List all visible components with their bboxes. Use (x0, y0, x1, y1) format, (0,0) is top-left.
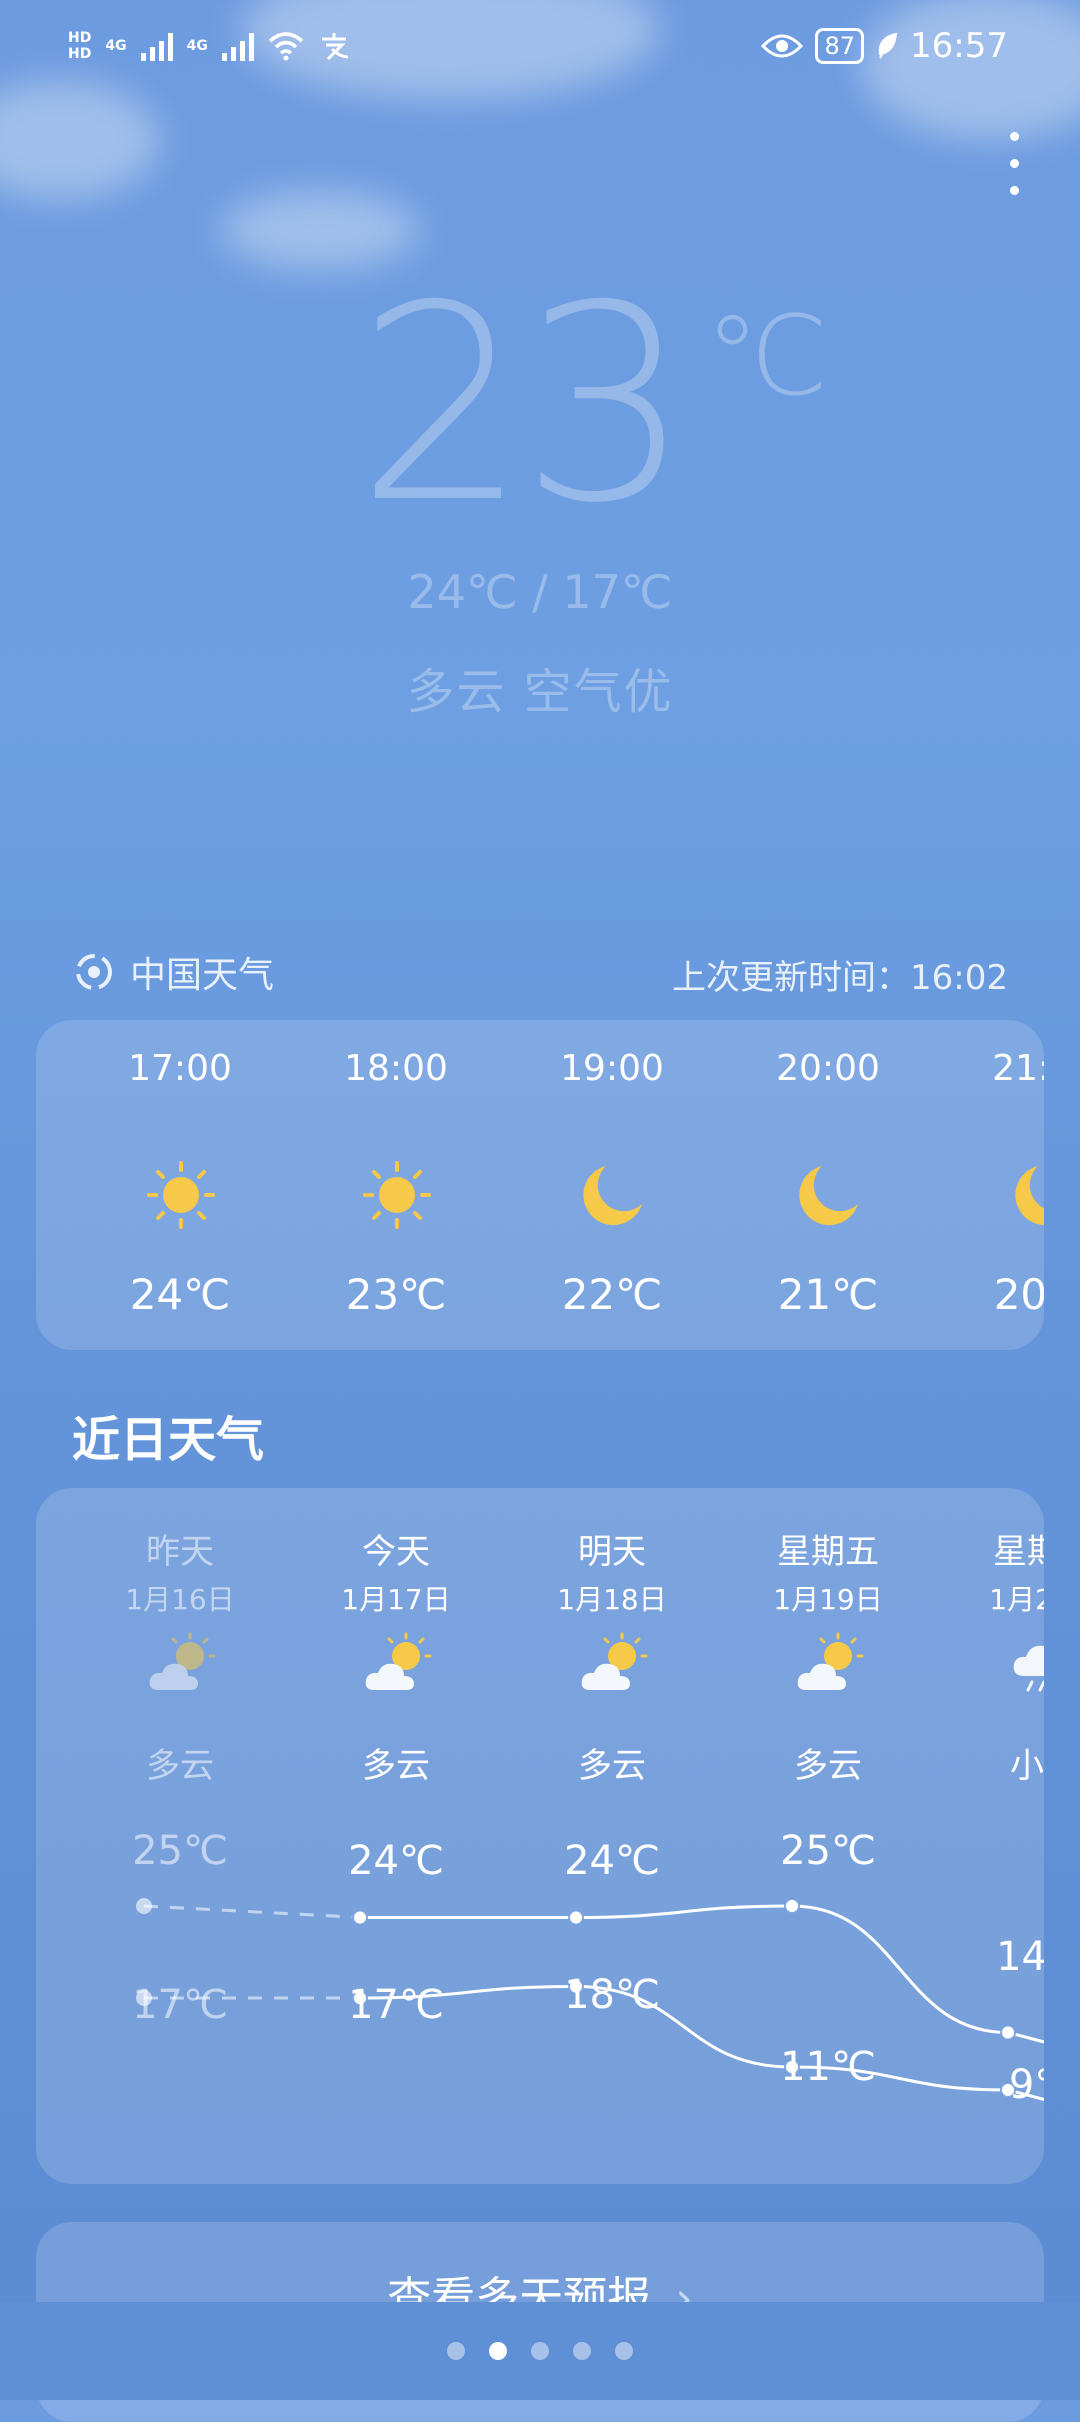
hour-time: 18:00 (344, 1048, 448, 1089)
day-name: 星期五 (777, 1532, 879, 1572)
status-right: 87 16:57 (761, 26, 1008, 66)
moon-icon (1015, 1166, 1044, 1226)
hour-time: 21:00 (992, 1048, 1044, 1089)
day-low-temperature: 9℃ (1008, 2062, 1044, 2108)
day-date: 1月17日 (341, 1583, 451, 1616)
sun-icon (147, 1161, 215, 1229)
day-date: 1月16日 (125, 1583, 235, 1616)
wifi-icon (268, 32, 303, 61)
partly-cloudy-icon (797, 1632, 864, 1690)
high-temperature-past-segment (143, 1904, 361, 1919)
power-saving-leaf-icon (878, 32, 898, 59)
day-date: 1月18日 (557, 1583, 667, 1616)
hour-temperature: 23℃ (345, 1270, 447, 1319)
day-condition: 多云 (362, 1746, 430, 1786)
daily-forecast-card[interactable]: 昨天 1月16日 多云 今天 1月17日 多云 明天 1月18日 多云 星期五 (36, 1488, 1044, 2184)
day-name: 星期六 (993, 1532, 1044, 1572)
day-low-temperature: 18℃ (564, 1972, 660, 2018)
partly-cloudy-icon (149, 1632, 216, 1690)
day-condition: 小雨 (1010, 1746, 1044, 1786)
last-update-time: 上次更新时间：16:02 (672, 958, 1008, 998)
more-options-icon[interactable] (1004, 132, 1024, 204)
day-high-temperature: 14℃ (996, 1934, 1044, 1980)
hour-time: 20:00 (776, 1048, 880, 1089)
hour-temperature: 20℃ (993, 1270, 1044, 1319)
signal-strength-icon (221, 31, 254, 61)
sim1-label: HD (68, 30, 92, 46)
day-low-temperature: 17℃ (348, 1982, 444, 2028)
high-temperature-point (352, 1909, 368, 1926)
day-high-temperature: 25℃ (780, 1828, 876, 1874)
network-type-label: 4G (105, 38, 127, 54)
today-range: 24℃ / 17℃ (407, 565, 673, 619)
sim2-label: HD (68, 46, 92, 62)
sim-indicator: HD HD (68, 30, 91, 62)
hour-temperature: 22℃ (561, 1270, 663, 1319)
current-condition[interactable]: 多云 空气优 (0, 652, 1080, 722)
sun-icon (363, 1161, 431, 1229)
day-condition: 多云 (794, 1746, 862, 1786)
signal-strength-icon (140, 31, 173, 61)
page-dot[interactable] (447, 2342, 465, 2360)
partly-cloudy-icon (365, 1632, 432, 1690)
day-high-temperature: 24℃ (348, 1838, 444, 1884)
high-temperature-point (784, 1898, 800, 1914)
current-temperature: 23 (356, 247, 692, 562)
day-condition: 多云 (578, 1746, 646, 1786)
page-dot-active[interactable] (489, 2342, 507, 2360)
day-name: 今天 (362, 1532, 430, 1572)
day-low-temperature: 17℃ (132, 1982, 228, 2028)
page-dot[interactable] (531, 2342, 549, 2360)
hour-temperature: 21℃ (777, 1270, 879, 1319)
day-name: 明天 (578, 1532, 646, 1572)
day-high-temperature: 24℃ (564, 1838, 660, 1884)
high-temperature-point (568, 1909, 584, 1926)
page-dot[interactable] (573, 2342, 591, 2360)
battery-icon: 87 (815, 28, 865, 64)
temperature-unit: ℃ (705, 292, 829, 420)
page-dot[interactable] (615, 2342, 633, 2360)
status-bar: HD HD 4G 4G 87 16:57 (0, 0, 1080, 104)
hourly-forecast-card[interactable]: 17:00 24℃ 18:00 23℃ 19:00 22℃ 20:00 21℃ … (36, 1020, 1044, 1350)
payment-app-icon (321, 33, 348, 61)
day-low-temperature: 11℃ (780, 2044, 876, 2090)
moon-icon (583, 1166, 642, 1226)
hour-time: 17:00 (128, 1048, 232, 1089)
data-source-name: 中国天气 (130, 955, 275, 996)
day-name: 昨天 (146, 1532, 214, 1572)
clock: 16:57 (910, 26, 1008, 66)
day-date: 1月20日 (989, 1583, 1044, 1616)
china-weather-logo-icon (76, 954, 112, 990)
hour-time: 19:00 (560, 1048, 664, 1089)
status-left: HD HD 4G 4G (68, 30, 350, 62)
recent-weather-title: 近日天气 (72, 1412, 265, 1468)
high-temperature-point (1000, 2024, 1016, 2041)
partly-cloudy-icon (581, 1632, 648, 1690)
hour-temperature: 24℃ (129, 1270, 231, 1319)
moon-icon (799, 1166, 858, 1226)
day-date: 1月19日 (773, 1583, 883, 1616)
current-weather: 23 ℃ (0, 270, 1080, 540)
high-temperature-point (136, 1898, 152, 1914)
day-high-temperature: 25℃ (132, 1828, 228, 1874)
network-type-label-2: 4G (186, 38, 208, 54)
rain-icon (1013, 1645, 1044, 1692)
day-condition: 多云 (146, 1746, 214, 1786)
data-source[interactable]: 中国天气 (74, 946, 274, 998)
page-indicator[interactable] (0, 2342, 1080, 2360)
eye-comfort-icon (761, 34, 804, 58)
